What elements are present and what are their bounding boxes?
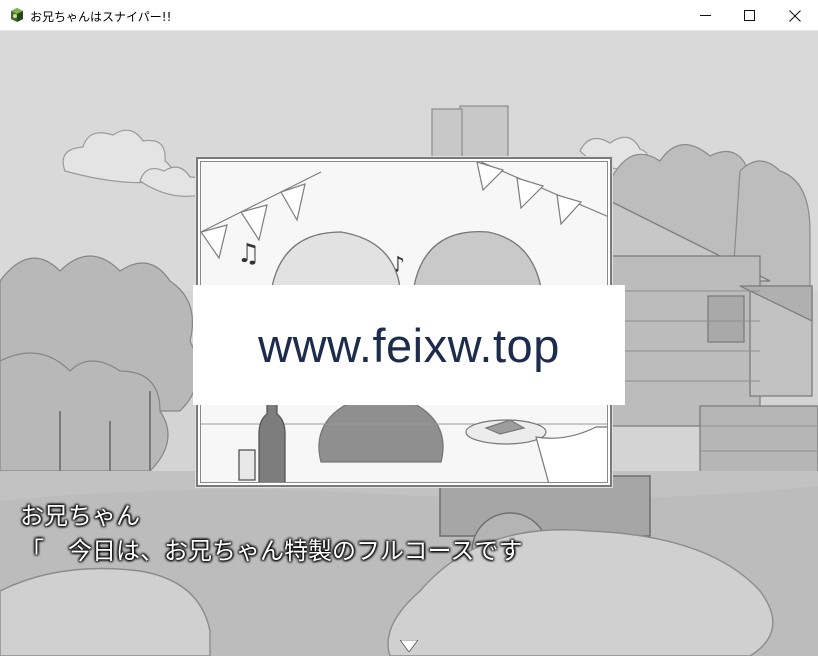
minimize-button[interactable]: [682, 0, 728, 31]
close-icon: [789, 9, 801, 22]
close-button[interactable]: [772, 0, 818, 31]
window-titlebar: お兄ちゃんはスナイパー!!: [0, 0, 818, 31]
svg-text:♫: ♫: [237, 239, 260, 269]
watermark-banner: www.feixw.top: [193, 285, 625, 405]
window-title: お兄ちゃんはスナイパー!!: [30, 10, 172, 24]
watermark-text: www.feixw.top: [258, 318, 560, 372]
speaker-name: お兄ちゃん: [20, 502, 140, 530]
maximize-icon: [743, 10, 755, 21]
app-icon: [11, 8, 23, 22]
advance-arrow-icon[interactable]: [400, 640, 418, 652]
game-viewport[interactable]: ♫ ♪ www.feixw.top お兄ちゃん 「 今日は、お兄ちゃん特製のフル…: [0, 31, 818, 656]
maximize-button[interactable]: [726, 0, 772, 31]
dialogue-text: 「 今日は、お兄ちゃん特製のフルコースです: [20, 537, 523, 565]
minimize-icon: [699, 15, 711, 16]
